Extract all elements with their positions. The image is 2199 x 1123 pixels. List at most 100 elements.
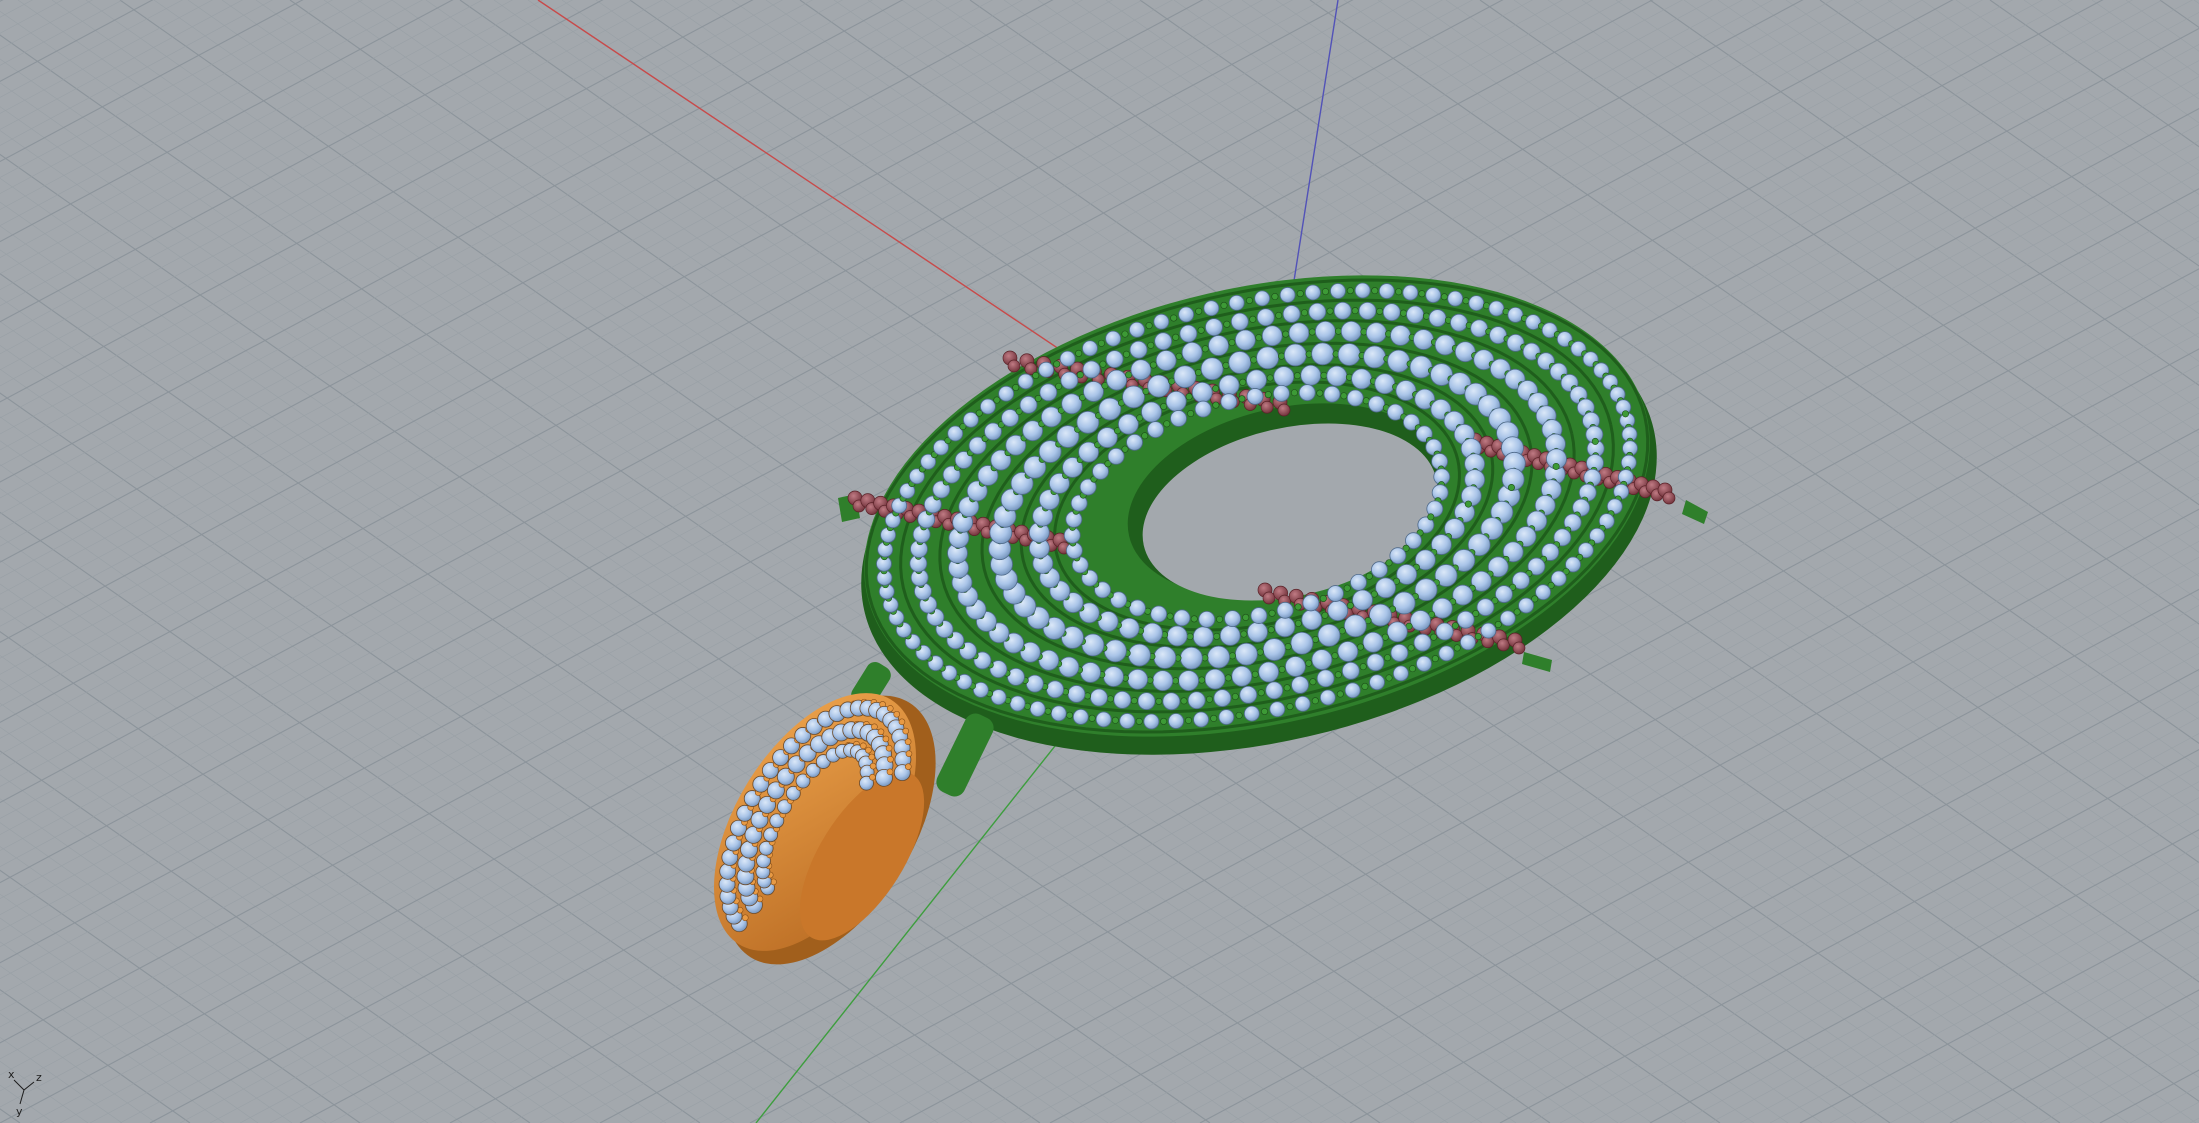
pave-stone [1340, 320, 1362, 342]
pave-stone [1128, 643, 1151, 667]
pave-stone [1143, 713, 1160, 730]
pave-stone [1434, 334, 1456, 356]
axis-widget-y-line [19, 1089, 25, 1105]
pave-stone [1218, 374, 1240, 396]
prong-bead [1305, 659, 1313, 667]
prong-bead [1257, 689, 1265, 697]
prong-bead [1320, 371, 1328, 379]
pave-stone [1378, 283, 1395, 299]
prong-bead [1205, 695, 1213, 703]
prong-bead [1264, 391, 1272, 399]
prong-bead [1311, 697, 1319, 705]
grid-line [1769, 893, 2199, 1123]
pave-stone [1518, 597, 1534, 614]
pave-stone [1392, 665, 1409, 682]
prong-bead [1462, 297, 1470, 305]
pave-stone [1389, 547, 1407, 565]
prong-bead [1319, 594, 1327, 602]
pave-stone [1354, 282, 1371, 299]
prong-bead [1141, 432, 1149, 440]
pave-stone [1371, 561, 1388, 579]
pave-stone [1141, 401, 1162, 423]
prong-bead [1195, 307, 1203, 315]
grid-line [0, 0, 660, 1123]
pave-stone [1127, 668, 1149, 690]
pave-stone [1261, 325, 1283, 347]
prong-bead [1359, 663, 1367, 671]
grid-line [1799, 909, 2199, 1123]
pave-stone [1507, 306, 1524, 323]
pave-stone [1416, 655, 1432, 672]
pave-stone [1193, 711, 1209, 728]
prong-bead [1240, 630, 1248, 638]
grid-line [0, 988, 191, 1123]
grid-line [1529, 765, 2199, 1123]
pave-stone [1468, 295, 1485, 311]
pave-stone [1243, 705, 1260, 722]
prong-bead [1256, 648, 1264, 656]
pave-stone [1038, 649, 1060, 671]
pave-stone [1050, 705, 1067, 722]
grid-line [2159, 0, 2199, 29]
pave-stone [1366, 653, 1385, 672]
pave-stone [1178, 306, 1195, 323]
pave-stone [1246, 369, 1267, 391]
prong-bead [1251, 670, 1259, 678]
pave-stone [1213, 689, 1232, 707]
prong-bead [1172, 677, 1180, 685]
prong-bead [1180, 697, 1188, 705]
pave-stone [1256, 346, 1280, 370]
pave-stone [1200, 357, 1224, 381]
prong-bead [1395, 288, 1403, 296]
pave-stone [1129, 599, 1146, 617]
grid-line [0, 893, 327, 1123]
bail-prong [868, 753, 876, 761]
pave-stone [1362, 631, 1384, 653]
prong-bead [1172, 333, 1180, 341]
prong-bead [1343, 584, 1351, 592]
prong-bead [1361, 682, 1369, 690]
pave-stone [1105, 350, 1124, 369]
prong-bead [1097, 339, 1105, 347]
pave-stone [998, 385, 1015, 402]
pave-stone [1081, 633, 1105, 657]
axis-orientation-widget: x z y [8, 1068, 42, 1118]
prong-bead [1238, 395, 1246, 403]
pave-stone [1402, 284, 1419, 301]
pave-stone [1333, 301, 1352, 320]
pave-stone [1269, 701, 1286, 718]
axis-widget-x-label: x [8, 1068, 15, 1081]
prong-bead [1160, 717, 1168, 725]
prong-bead [1427, 513, 1435, 521]
pave-stone [1103, 666, 1124, 687]
pave-stone [1350, 573, 1367, 591]
pave-stone [1126, 433, 1143, 451]
scene-canvas[interactable] [0, 0, 2199, 1123]
bail-prong [869, 773, 876, 781]
pave-stone [1090, 688, 1108, 707]
pave-stone [1194, 400, 1212, 418]
prong-bead [1275, 311, 1283, 319]
grid-line [0, 655, 667, 1123]
pave-stone [1007, 667, 1025, 686]
bail-prong [741, 914, 749, 922]
pave-stone [1117, 413, 1139, 435]
grid-line [2159, 1101, 2199, 1123]
prong-bead [1012, 383, 1020, 391]
pave-stone [1337, 343, 1361, 366]
bail-prong [887, 755, 894, 763]
pave-stone [1291, 675, 1309, 694]
prong-bead [1326, 307, 1334, 315]
prong-bead [1357, 643, 1365, 651]
pave-stone [1369, 674, 1385, 691]
pave-stone [1279, 287, 1296, 303]
pave-stone [1025, 674, 1044, 693]
perspective-viewport[interactable]: x z y [0, 0, 2199, 1123]
axis-widget-z-line [23, 1081, 35, 1091]
prong-bead [1278, 352, 1286, 360]
pave-stone [1162, 692, 1181, 711]
bail-ring[interactable] [673, 659, 979, 1001]
prong-bead [1111, 716, 1119, 724]
pave-stone [1168, 713, 1184, 729]
prong-bead [1216, 615, 1224, 623]
